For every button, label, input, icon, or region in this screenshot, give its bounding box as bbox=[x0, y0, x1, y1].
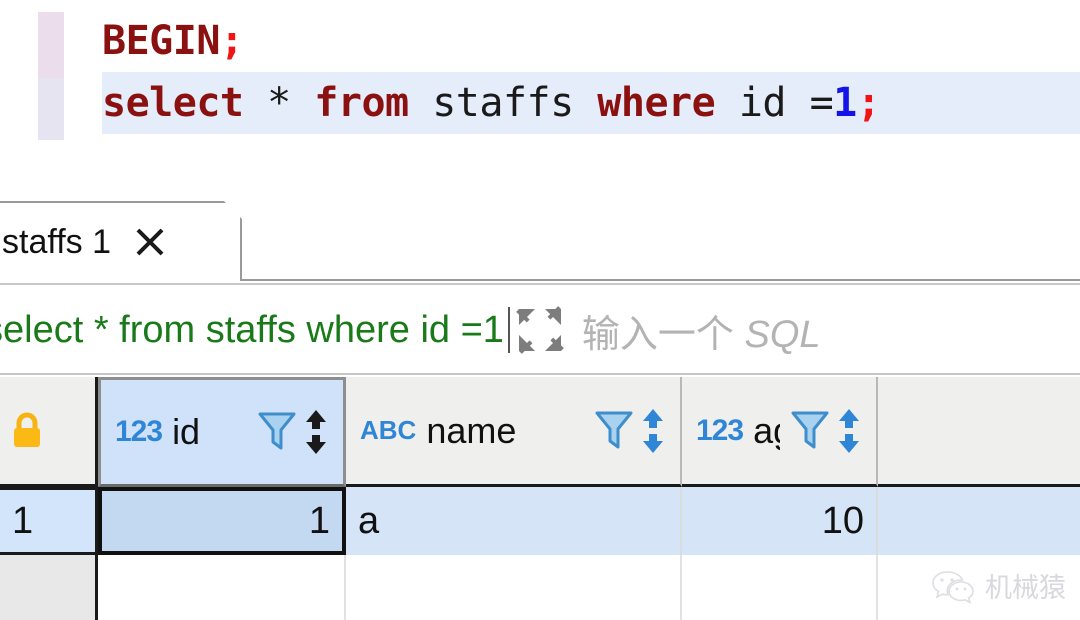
gutter-marker-select bbox=[38, 78, 64, 140]
sql-space bbox=[574, 80, 598, 126]
query-text[interactable]: select * from staffs where id =1 bbox=[0, 309, 504, 352]
sql-keyword-where: where bbox=[597, 80, 716, 126]
filter-icon[interactable] bbox=[594, 409, 634, 453]
sql-space bbox=[244, 80, 268, 126]
row-number-cell[interactable] bbox=[0, 555, 98, 620]
wechat-icon bbox=[931, 568, 975, 604]
grid-header-row: 123 id ABC name 123 a bbox=[0, 377, 1080, 487]
column-header-age[interactable]: 123 age bbox=[682, 377, 878, 487]
sql-space bbox=[409, 80, 433, 126]
tabstrip-baseline bbox=[242, 279, 1080, 281]
column-header-label: id bbox=[172, 411, 201, 452]
cell-id[interactable]: 1 bbox=[98, 487, 346, 555]
tabstrip-underline bbox=[0, 283, 1080, 285]
dbeaver-result-grid-screenshot: BEGIN; select * from staffs where id =1;… bbox=[0, 0, 1080, 620]
sql-table-name: staffs bbox=[432, 80, 574, 126]
text-caret bbox=[507, 307, 510, 353]
column-type-badge: 123 bbox=[115, 415, 163, 448]
query-placeholder-latin: SQL bbox=[733, 313, 821, 356]
tab-label: staffs 1 bbox=[2, 222, 111, 261]
sql-space bbox=[291, 80, 315, 126]
row-number-cell[interactable]: 1 bbox=[0, 487, 98, 555]
cell-id[interactable] bbox=[98, 555, 346, 620]
filter-icon[interactable] bbox=[257, 410, 297, 454]
result-grid[interactable]: 123 id ABC name 123 a 1 1 a 10 bbox=[0, 377, 1080, 620]
sort-arrows-icon[interactable] bbox=[640, 407, 666, 455]
sort-arrows-icon[interactable] bbox=[303, 408, 329, 456]
column-header-id[interactable]: 123 id bbox=[98, 377, 346, 487]
sql-keyword-begin: BEGIN bbox=[102, 18, 220, 64]
table-row[interactable] bbox=[0, 555, 1080, 620]
expand-icon[interactable] bbox=[516, 306, 564, 354]
header-filler bbox=[878, 377, 1080, 487]
row-number-header[interactable] bbox=[0, 377, 98, 487]
cell-age[interactable] bbox=[682, 555, 878, 620]
close-icon[interactable] bbox=[133, 225, 167, 259]
query-filter-bar[interactable]: select * from staffs where id =1 输入一个 SQ… bbox=[0, 287, 1080, 375]
watermark: 机械猿 bbox=[931, 566, 1066, 605]
column-header-label: age bbox=[753, 409, 780, 451]
cell-name[interactable] bbox=[346, 555, 682, 620]
table-row[interactable]: 1 1 a 10 bbox=[0, 487, 1080, 555]
column-header-label: name bbox=[426, 409, 517, 451]
sql-star: * bbox=[267, 80, 291, 126]
sql-line-select[interactable]: select * from staffs where id =1; bbox=[102, 72, 1080, 134]
query-placeholder: 输入一个 SQL bbox=[582, 303, 821, 358]
sql-semicolon: ; bbox=[856, 80, 881, 126]
sql-line-begin[interactable]: BEGIN; bbox=[102, 10, 1080, 72]
gutter-marker-begin bbox=[38, 12, 64, 78]
sql-column-id: id bbox=[738, 80, 787, 126]
column-type-badge: ABC bbox=[360, 415, 417, 445]
result-tab-strip: staffs 1 bbox=[0, 197, 1080, 285]
column-type-badge: 123 bbox=[696, 413, 744, 447]
cell-age[interactable]: 10 bbox=[682, 487, 878, 555]
sort-arrows-icon[interactable] bbox=[836, 407, 862, 455]
sql-editor[interactable]: BEGIN; select * from staffs where id =1; bbox=[0, 0, 1080, 186]
lock-icon bbox=[10, 411, 44, 451]
sql-literal-1: 1 bbox=[833, 80, 857, 126]
watermark-text: 机械猿 bbox=[985, 573, 1066, 603]
sql-keyword-from: from bbox=[314, 80, 409, 126]
sql-equals: = bbox=[785, 80, 834, 126]
sql-space bbox=[715, 80, 739, 126]
column-header-name[interactable]: ABC name bbox=[346, 377, 682, 487]
filter-icon[interactable] bbox=[790, 409, 830, 453]
sql-keyword-select: select bbox=[102, 80, 244, 126]
tab-staffs-1[interactable]: staffs 1 bbox=[0, 201, 242, 281]
cell-name[interactable]: a bbox=[346, 487, 682, 555]
sql-semicolon: ; bbox=[219, 18, 244, 64]
row-filler bbox=[878, 487, 1080, 555]
query-placeholder-cjk: 输入一个 bbox=[581, 313, 734, 356]
